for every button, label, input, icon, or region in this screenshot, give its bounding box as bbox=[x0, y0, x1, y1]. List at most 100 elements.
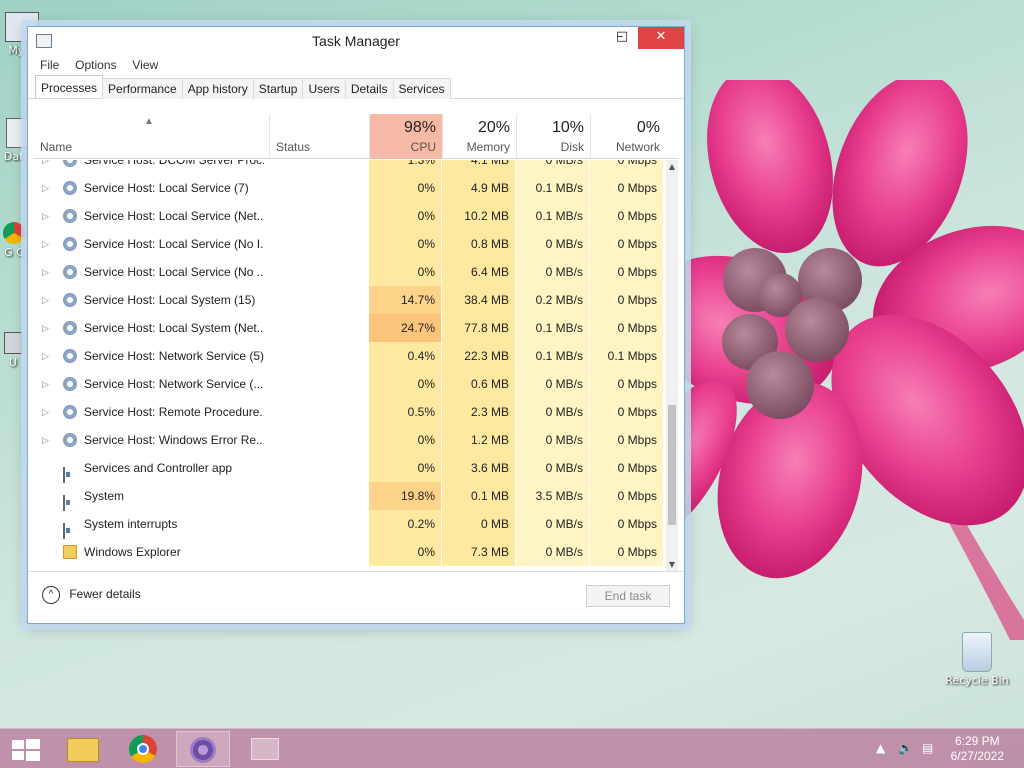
menu-file[interactable]: File bbox=[34, 55, 65, 75]
expand-chevron-icon[interactable]: ▷ bbox=[42, 398, 52, 426]
table-row[interactable]: ▷ Service Host: Local Service (No I... 0% 0… bbox=[34, 230, 666, 258]
fewer-details-button[interactable]: ^ Fewer details bbox=[42, 586, 141, 604]
expand-chevron-icon[interactable]: ▷ bbox=[42, 342, 52, 370]
memory-value: 2.3 MB bbox=[442, 398, 515, 426]
network-value: 0 Mbps bbox=[590, 174, 663, 202]
tab-startup[interactable]: Startup bbox=[252, 78, 304, 99]
tab-services[interactable]: Services bbox=[392, 78, 451, 99]
table-row[interactable]: System interrupts 0.2% 0 MB 0 MB/s 0 Mbps bbox=[34, 510, 666, 539]
column-header-memory[interactable]: 20% Memory bbox=[442, 114, 516, 159]
gear-icon bbox=[63, 181, 77, 195]
system-clock[interactable]: 6:29 PM 6/27/2022 bbox=[951, 734, 1004, 764]
expand-chevron-icon[interactable]: ▷ bbox=[42, 314, 52, 342]
table-row[interactable]: ▷ Service Host: Local Service (7) 0% 4.9 MB… bbox=[34, 174, 666, 202]
table-row[interactable]: ▷ Service Host: Local Service (No ... 0% 6.… bbox=[34, 258, 666, 286]
expand-chevron-icon[interactable]: ▷ bbox=[42, 160, 52, 174]
window-icon bbox=[63, 495, 65, 511]
desktop-icon-u[interactable]: U bbox=[2, 332, 24, 369]
network-value: 0 Mbps bbox=[590, 202, 663, 230]
clock-date: 6/27/2022 bbox=[950, 749, 1004, 763]
cpu-total: 98% bbox=[403, 119, 436, 136]
memory-value: 7.3 MB bbox=[442, 538, 515, 566]
start-button[interactable] bbox=[0, 731, 54, 767]
column-header-network[interactable]: 0% Network bbox=[590, 114, 666, 159]
table-row[interactable]: Windows Explorer 0% 7.3 MB 0 MB/s 0 Mbps bbox=[34, 538, 666, 566]
expand-chevron-icon[interactable]: ▷ bbox=[42, 174, 52, 202]
table-row[interactable]: ▷ Service Host: Network Service (... 0% 0.6… bbox=[34, 370, 666, 398]
desktop-icon-label: G C bbox=[4, 246, 24, 259]
table-row[interactable]: ▷ Service Host: Local System (Net... 24.7%… bbox=[34, 314, 666, 342]
memory-value: 0.6 MB bbox=[442, 370, 515, 398]
disk-value: 0 MB/s bbox=[516, 398, 589, 426]
taskbar-chrome[interactable] bbox=[116, 731, 170, 767]
expand-chevron-icon[interactable]: ▷ bbox=[42, 258, 52, 286]
tab-details[interactable]: Details bbox=[344, 78, 394, 99]
taskbar-file-explorer[interactable] bbox=[56, 731, 110, 767]
expand-chevron-icon[interactable]: ▷ bbox=[42, 286, 52, 314]
column-header-name[interactable]: ▲ Name bbox=[34, 114, 269, 159]
column-header-cpu[interactable]: 98% CPU bbox=[369, 114, 442, 159]
show-hidden-icons-icon[interactable]: ▲ bbox=[876, 741, 885, 755]
cpu-value: 0% bbox=[369, 230, 441, 258]
table-row[interactable]: Services and Controller app 0% 3.6 MB 0 MB/… bbox=[34, 454, 666, 483]
task-manager-gear-icon bbox=[190, 737, 216, 763]
table-row[interactable]: ▷ Service Host: DCOM Server Proc... 1.3% 4.… bbox=[34, 160, 666, 174]
memory-total: 20% bbox=[477, 119, 510, 136]
desktop-icon-chrome[interactable]: G C bbox=[2, 222, 26, 259]
table-row[interactable]: ▷ Service Host: Local System (15) 14.7% 38.… bbox=[34, 286, 666, 314]
tab-performance[interactable]: Performance bbox=[102, 78, 183, 99]
scrollbar-thumb[interactable] bbox=[668, 405, 676, 525]
column-label: Disk bbox=[560, 140, 584, 154]
expand-chevron-icon[interactable]: ▷ bbox=[42, 230, 52, 258]
network-value: 0 Mbps bbox=[590, 314, 663, 342]
network-icon[interactable]: ▤ bbox=[922, 741, 933, 755]
desktop-icon-recycle-bin[interactable]: Recycle Bin bbox=[942, 632, 1012, 687]
column-label: Status bbox=[276, 140, 311, 154]
tab-processes[interactable]: Processes bbox=[35, 75, 104, 98]
window-icon bbox=[63, 467, 65, 483]
table-row[interactable]: ▷ Service Host: Local Service (Net... 0% 10… bbox=[34, 202, 666, 230]
gear-icon bbox=[63, 265, 77, 279]
maximize-button[interactable]: □ bbox=[608, 27, 636, 49]
disk-value: 0 MB/s bbox=[516, 230, 589, 258]
scroll-up-icon[interactable]: ▲ bbox=[666, 162, 678, 171]
table-row[interactable]: ▷ Service Host: Windows Error Re... 0% 1.2 … bbox=[34, 426, 666, 454]
expand-chevron-icon[interactable]: ▷ bbox=[42, 426, 52, 454]
tab-users[interactable]: Users bbox=[302, 78, 346, 99]
disk-value: 0 MB/s bbox=[516, 510, 589, 538]
speaker-muted-icon[interactable]: 🔈 bbox=[898, 741, 913, 755]
wallpaper-flower bbox=[680, 80, 1024, 640]
tab-app-history[interactable]: App history bbox=[181, 78, 254, 99]
vertical-scrollbar[interactable]: ▲ ▼ bbox=[666, 160, 678, 571]
disk-value: 0.1 MB/s bbox=[516, 342, 589, 370]
taskbar-control-panel[interactable] bbox=[238, 731, 292, 767]
end-task-button[interactable]: End task bbox=[586, 585, 670, 607]
column-header-status[interactable]: Status bbox=[269, 114, 369, 159]
process-name: Windows Explorer bbox=[84, 545, 181, 559]
column-label: Name bbox=[40, 140, 73, 154]
memory-value: 77.8 MB bbox=[442, 314, 515, 342]
cpu-value: 0% bbox=[369, 370, 441, 398]
process-name: Service Host: Local System (15) bbox=[84, 293, 256, 307]
close-button[interactable]: ✕ bbox=[638, 27, 684, 49]
column-header-disk[interactable]: 10% Disk bbox=[516, 114, 590, 159]
process-name: Service Host: DCOM Server Proc... bbox=[84, 160, 264, 167]
title-bar[interactable]: Task Manager – □ ✕ bbox=[28, 27, 684, 55]
gear-icon bbox=[63, 433, 77, 447]
gear-icon bbox=[63, 237, 77, 251]
cpu-value: 0% bbox=[369, 174, 441, 202]
process-name: System interrupts bbox=[84, 517, 178, 531]
expand-chevron-icon[interactable]: ▷ bbox=[42, 370, 52, 398]
cpu-value: 0.4% bbox=[369, 342, 441, 370]
cpu-value: 0% bbox=[369, 258, 441, 286]
menu-options[interactable]: Options bbox=[69, 55, 122, 75]
taskbar-task-manager[interactable] bbox=[176, 731, 230, 767]
process-name: System bbox=[84, 489, 125, 503]
table-row[interactable]: ▷ Service Host: Network Service (5) 0.4% 22… bbox=[34, 342, 666, 370]
table-row[interactable]: System 19.8% 0.1 MB 3.5 MB/s 0 Mbps bbox=[34, 482, 666, 511]
table-row[interactable]: ▷ Service Host: Remote Procedure... 0.5% 2.… bbox=[34, 398, 666, 426]
process-name: Service Host: Remote Procedure... bbox=[84, 405, 264, 419]
scroll-down-icon[interactable]: ▼ bbox=[666, 560, 678, 569]
menu-view[interactable]: View bbox=[126, 55, 164, 75]
expand-chevron-icon[interactable]: ▷ bbox=[42, 202, 52, 230]
